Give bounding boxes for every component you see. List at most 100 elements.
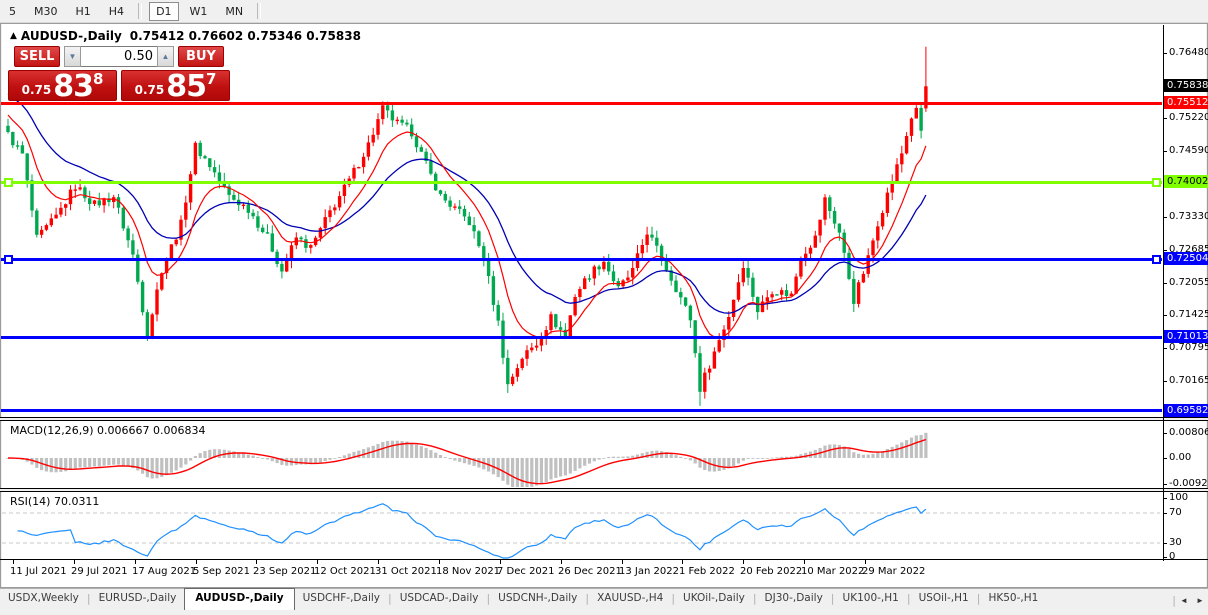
volume-decrease-button[interactable]: ▼	[64, 46, 81, 67]
price-badge-0.74002: 0.74002	[1164, 175, 1208, 188]
time-axis-tick	[74, 560, 75, 564]
chart-title: ▲AUDUSD-,Daily0.75412 0.76602 0.75346 0.…	[10, 29, 361, 43]
timeframe-button-D1[interactable]: D1	[149, 2, 178, 21]
date-label: 1 Feb 2022	[679, 566, 735, 577]
tab-usdcnh-daily[interactable]: USDCNH-,Daily	[490, 589, 585, 607]
timeframe-button-H4[interactable]: H4	[102, 2, 131, 21]
tab-ukoil-daily[interactable]: UKOil-,Daily	[675, 589, 753, 607]
one-click-panel-toggle-icon[interactable]: ▲	[10, 31, 17, 41]
toolbar-separator	[138, 3, 142, 19]
price-badge-0.72504: 0.72504	[1164, 252, 1208, 265]
pane-separator	[0, 420, 1208, 421]
hline-0.69582[interactable]	[1, 409, 1162, 412]
price-axis-tick	[1163, 283, 1167, 284]
indicator-axis-label: 0.008061	[1169, 427, 1208, 438]
volume-spinner: ▼ ▲	[64, 46, 174, 67]
time-axis-tick	[622, 560, 623, 564]
time-axis-tick	[135, 560, 136, 564]
date-label: 10 Mar 2022	[801, 566, 864, 577]
indicator-axis-label: 0	[1169, 551, 1175, 562]
date-label: 29 Mar 2022	[862, 566, 925, 577]
volume-input[interactable]	[81, 46, 157, 67]
hline-0.74002[interactable]	[1, 181, 1162, 184]
indicator-axis-tick	[1163, 433, 1167, 434]
tab-hk50-h1[interactable]: HK50-,H1	[980, 589, 1046, 607]
symbol-tab-bar: USDX,Weekly|EURUSD-,DailyAUDUSD-,DailyUS…	[0, 588, 1208, 615]
chart-symbol-label: AUDUSD-,Daily	[21, 29, 122, 43]
tab-scroll-left-icon[interactable]: ◄	[1176, 596, 1192, 605]
tab-usdcad-daily[interactable]: USDCAD-,Daily	[392, 589, 487, 607]
tab-usdchf-daily[interactable]: USDCHF-,Daily	[295, 589, 388, 607]
tab-usoil-h1[interactable]: USOil-,H1	[911, 589, 977, 607]
time-axis-tick	[439, 560, 440, 564]
price-badge-0.69582: 0.69582	[1164, 404, 1208, 417]
price-axis-tick	[1163, 315, 1167, 316]
line-handle[interactable]	[1152, 255, 1161, 264]
tab-usdx-weekly[interactable]: USDX,Weekly	[0, 589, 87, 607]
timeframe-button-M30[interactable]: M30	[27, 2, 65, 21]
price-axis-tick	[1163, 217, 1167, 218]
time-axis-tick	[256, 560, 257, 564]
window-border	[0, 23, 1, 587]
date-label: 12 Oct 2021	[314, 566, 376, 577]
price-badge-0.75838: 0.75838	[1164, 79, 1208, 92]
price-axis-tick	[1163, 348, 1167, 349]
tab-audusd-daily[interactable]: AUDUSD-,Daily	[184, 588, 294, 610]
volume-increase-button[interactable]: ▲	[157, 46, 174, 67]
price-axis-label: 0.73330	[1169, 211, 1208, 222]
price-axis-label: 0.70165	[1169, 375, 1208, 386]
time-axis-tick	[196, 560, 197, 564]
date-label: 18 Nov 2021	[436, 566, 500, 577]
timeframe-button-H1[interactable]: H1	[69, 2, 98, 21]
date-label: 11 Jul 2021	[10, 566, 67, 577]
indicator-axis-label: 0.00	[1169, 452, 1191, 463]
hline-0.72504[interactable]	[1, 258, 1162, 261]
indicator-axis-tick	[1163, 484, 1167, 485]
tab-xauusd-h4[interactable]: XAUUSD-,H4	[589, 589, 671, 607]
timeframe-button-W1[interactable]: W1	[183, 2, 215, 21]
pane-separator	[0, 491, 1208, 492]
indicator-axis-tick	[1163, 458, 1167, 459]
ask-price-pip-digit: 7	[206, 70, 216, 88]
indicator-axis-tick	[1163, 543, 1167, 544]
date-label: 13 Jan 2022	[619, 566, 679, 577]
price-axis-label: 0.75220	[1169, 112, 1208, 123]
bid-price-button[interactable]: 0.75838	[8, 70, 117, 101]
tab-eurusd-daily[interactable]: EURUSD-,Daily	[91, 589, 185, 607]
price-axis-label: 0.76480	[1169, 47, 1208, 58]
toolbar-separator	[257, 3, 261, 19]
sell-button[interactable]: SELL	[14, 46, 60, 67]
line-handle[interactable]	[4, 178, 13, 187]
buy-button[interactable]: BUY	[178, 46, 224, 67]
macd-indicator-label: MACD(12,26,9) 0.006667 0.006834	[10, 424, 206, 437]
timeframe-toolbar: 5M30H1H4 D1 W1MN	[0, 0, 1208, 23]
hline-0.71013[interactable]	[1, 336, 1162, 339]
timeframe-button-MN[interactable]: MN	[218, 2, 250, 21]
timeframe-button-5[interactable]: 5	[2, 2, 23, 21]
indicator-axis-label: -0.00928	[1169, 478, 1208, 489]
mt4-window: 5M30H1H4D1W1MN ▲AUDUSD-,Daily0.75412 0.7…	[0, 0, 1208, 615]
date-label: 29 Jul 2021	[71, 566, 128, 577]
price-axis-label: 0.70795	[1169, 342, 1208, 353]
indicator-axis-label: 70	[1169, 507, 1182, 518]
tab-dj30-daily[interactable]: DJ30-,Daily	[757, 589, 831, 607]
ask-price-button[interactable]: 0.75857	[121, 70, 230, 101]
tab-uk100-h1[interactable]: UK100-,H1	[835, 589, 907, 607]
price-axis-tick	[1163, 118, 1167, 119]
bid-price-big-digits: 83	[53, 73, 93, 100]
price-axis-label: 0.72055	[1169, 277, 1208, 288]
time-axis-tick	[743, 560, 744, 564]
line-handle[interactable]	[4, 255, 13, 264]
bid-price-pip-digit: 8	[93, 70, 103, 88]
time-axis-tick	[500, 560, 501, 564]
indicator-axis-tick	[1163, 557, 1167, 558]
date-label: 17 Aug 2021	[132, 566, 196, 577]
date-label: 23 Sep 2021	[253, 566, 316, 577]
date-label: 31 Oct 2021	[375, 566, 437, 577]
price-axis-tick	[1163, 53, 1167, 54]
date-label: 20 Feb 2022	[740, 566, 802, 577]
tab-scroll-right-icon[interactable]: ►	[1192, 596, 1208, 605]
indicator-axis-label: 30	[1169, 537, 1182, 548]
price-axis-tick	[1163, 381, 1167, 382]
line-handle[interactable]	[1152, 178, 1161, 187]
